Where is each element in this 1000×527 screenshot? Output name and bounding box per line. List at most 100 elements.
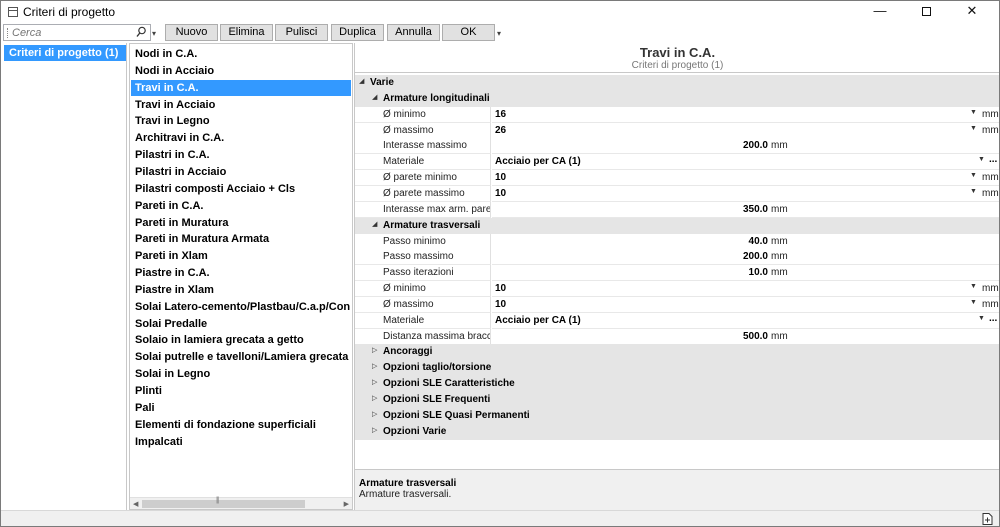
expand-caret-icon[interactable]: ▷: [372, 394, 377, 402]
horizontal-scrollbar[interactable]: ◀ ▶: [130, 497, 352, 509]
dropdown-arrow-icon[interactable]: ▼: [970, 125, 977, 132]
property-value-field[interactable]: 200.0 mm: [492, 138, 999, 155]
element-type-item[interactable]: Elementi di fondazione superficiali: [131, 417, 351, 433]
collapse-caret-icon[interactable]: ◢: [372, 220, 377, 228]
element-type-item[interactable]: Travi in Legno: [131, 113, 351, 129]
element-type-item[interactable]: Pareti in Muratura Armata: [131, 231, 351, 247]
collapse-caret-icon[interactable]: ◢: [372, 93, 377, 101]
clear-button[interactable]: Pulisci: [275, 24, 328, 41]
dropdown-arrow-icon[interactable]: ▼: [970, 172, 977, 179]
toolbar-overflow-icon[interactable]: ▾: [497, 29, 501, 38]
property-value[interactable]: 26: [495, 125, 506, 136]
duplicate-button[interactable]: Duplica: [331, 24, 384, 41]
element-type-item[interactable]: Piastre in C.A.: [131, 265, 351, 281]
property-value[interactable]: 10: [495, 299, 506, 310]
property-value[interactable]: Acciaio per CA (1): [495, 315, 581, 326]
property-category[interactable]: ◢ Armature longitudinali: [355, 90, 999, 107]
expand-caret-icon[interactable]: ▷: [372, 410, 377, 418]
property-value-field[interactable]: 10 ▼ mm: [492, 170, 999, 187]
element-type-item[interactable]: Solai putrelle e tavelloni/Lamiera greca…: [131, 349, 351, 365]
scrollbar-thumb[interactable]: [142, 497, 305, 508]
element-type-item[interactable]: Pareti in Muratura: [131, 215, 351, 231]
element-type-item[interactable]: Piastre in Xlam: [131, 282, 351, 298]
search-overflow-icon[interactable]: ▾: [152, 29, 156, 38]
element-type-item[interactable]: Plinti: [131, 383, 351, 399]
delete-button[interactable]: Elimina: [220, 24, 273, 41]
expand-caret-icon[interactable]: ▷: [372, 362, 377, 370]
new-button[interactable]: Nuovo: [165, 24, 218, 41]
expand-caret-icon[interactable]: ▷: [372, 378, 377, 386]
element-type-item[interactable]: Nodi in C.A.: [131, 46, 351, 62]
cancel-button[interactable]: Annulla: [387, 24, 440, 41]
property-value[interactable]: 10: [495, 188, 506, 199]
property-value-field[interactable]: 10 ▼ mm: [492, 296, 999, 313]
property-category[interactable]: ▷ Opzioni SLE Caratteristiche: [355, 376, 999, 393]
element-type-item[interactable]: Solai in Legno: [131, 366, 351, 382]
element-type-item[interactable]: Pareti in C.A.: [131, 198, 351, 214]
search-icon[interactable]: [136, 26, 146, 38]
element-type-item[interactable]: Pali: [131, 400, 351, 416]
property-value[interactable]: 10: [495, 283, 506, 294]
property-value[interactable]: 40.0: [492, 236, 768, 247]
ok-button[interactable]: OK: [442, 24, 495, 41]
property-category[interactable]: ◢ Armature trasversali: [355, 217, 999, 234]
export-document-icon[interactable]: [982, 513, 993, 525]
element-type-item[interactable]: Travi in C.A.: [131, 79, 351, 96]
minimize-button[interactable]: —: [857, 1, 903, 23]
maximize-button[interactable]: [903, 1, 949, 23]
property-value-field[interactable]: 500.0 mm: [492, 328, 999, 345]
property-category[interactable]: ▷ Opzioni taglio/torsione: [355, 360, 999, 377]
expand-caret-icon[interactable]: ▷: [372, 426, 377, 434]
property-value-field[interactable]: Acciaio per CA (1) ▼...: [492, 312, 999, 329]
property-value[interactable]: 200.0: [492, 251, 768, 262]
dropdown-arrow-icon[interactable]: ▼: [970, 299, 977, 306]
property-value-field[interactable]: 40.0 mm: [492, 233, 999, 250]
element-type-item[interactable]: Nodi in Acciaio: [131, 63, 351, 79]
element-type-item[interactable]: Architravi in C.A.: [131, 130, 351, 146]
criteria-item[interactable]: Criteri di progetto (1): [4, 45, 126, 61]
property-value-field[interactable]: 200.0 mm: [492, 249, 999, 266]
property-value-field[interactable]: 26 ▼ mm: [492, 122, 999, 139]
element-type-item[interactable]: Travi in Acciaio: [131, 97, 351, 113]
property-value[interactable]: 10.0: [492, 267, 768, 278]
property-category[interactable]: ▷ Opzioni SLE Quasi Permanenti: [355, 407, 999, 424]
browse-ellipsis-button[interactable]: ...: [989, 313, 997, 324]
close-button[interactable]: ✕: [949, 1, 995, 23]
property-value[interactable]: 350.0: [492, 204, 768, 215]
scroll-left-icon[interactable]: ◀: [133, 500, 138, 508]
property-category[interactable]: ▷ Ancoraggi: [355, 344, 999, 361]
property-value-field[interactable]: 16 ▼ mm: [492, 106, 999, 123]
property-value-field[interactable]: 350.0 mm: [492, 201, 999, 218]
element-type-item[interactable]: Pareti in Xlam: [131, 248, 351, 264]
search-box[interactable]: [3, 24, 151, 41]
property-value[interactable]: 200.0: [492, 140, 768, 151]
property-value-field[interactable]: 10 ▼ mm: [492, 185, 999, 202]
dropdown-arrow-icon[interactable]: ▼: [970, 188, 977, 195]
property-category[interactable]: ◢ Varie: [355, 75, 999, 91]
element-type-item[interactable]: Solaio in lamiera grecata a getto: [131, 332, 351, 348]
scroll-right-icon[interactable]: ▶: [344, 500, 349, 508]
element-type-item[interactable]: Impalcati: [131, 434, 351, 450]
element-type-item[interactable]: Pilastri in C.A.: [131, 147, 351, 163]
element-type-item[interactable]: Solai Latero-cemento/Plastbau/C.a.p/Con …: [131, 299, 351, 315]
property-value-field[interactable]: 10 ▼ mm: [492, 281, 999, 298]
browse-ellipsis-button[interactable]: ...: [989, 154, 997, 165]
dropdown-arrow-icon[interactable]: ▼: [978, 315, 985, 322]
property-category[interactable]: ▷ Opzioni SLE Frequenti: [355, 392, 999, 408]
search-input[interactable]: [12, 26, 136, 39]
property-value[interactable]: 16: [495, 109, 506, 120]
property-value[interactable]: Acciaio per CA (1): [495, 156, 581, 167]
expand-caret-icon[interactable]: ▷: [372, 346, 377, 354]
element-type-item[interactable]: Solai Predalle: [131, 316, 351, 332]
collapse-caret-icon[interactable]: ◢: [359, 77, 364, 85]
dropdown-arrow-icon[interactable]: ▼: [970, 109, 977, 116]
property-value[interactable]: 500.0: [492, 331, 768, 342]
element-type-item[interactable]: Pilastri composti Acciaio + Cls: [131, 181, 351, 197]
property-value[interactable]: 10: [495, 172, 506, 183]
element-type-item[interactable]: Pilastri in Acciaio: [131, 164, 351, 180]
property-category[interactable]: ▷ Opzioni Varie: [355, 423, 999, 440]
property-value-field[interactable]: Acciaio per CA (1) ▼...: [492, 154, 999, 171]
dropdown-arrow-icon[interactable]: ▼: [978, 156, 985, 163]
dropdown-arrow-icon[interactable]: ▼: [970, 283, 977, 290]
property-value-field[interactable]: 10.0 mm: [492, 265, 999, 282]
